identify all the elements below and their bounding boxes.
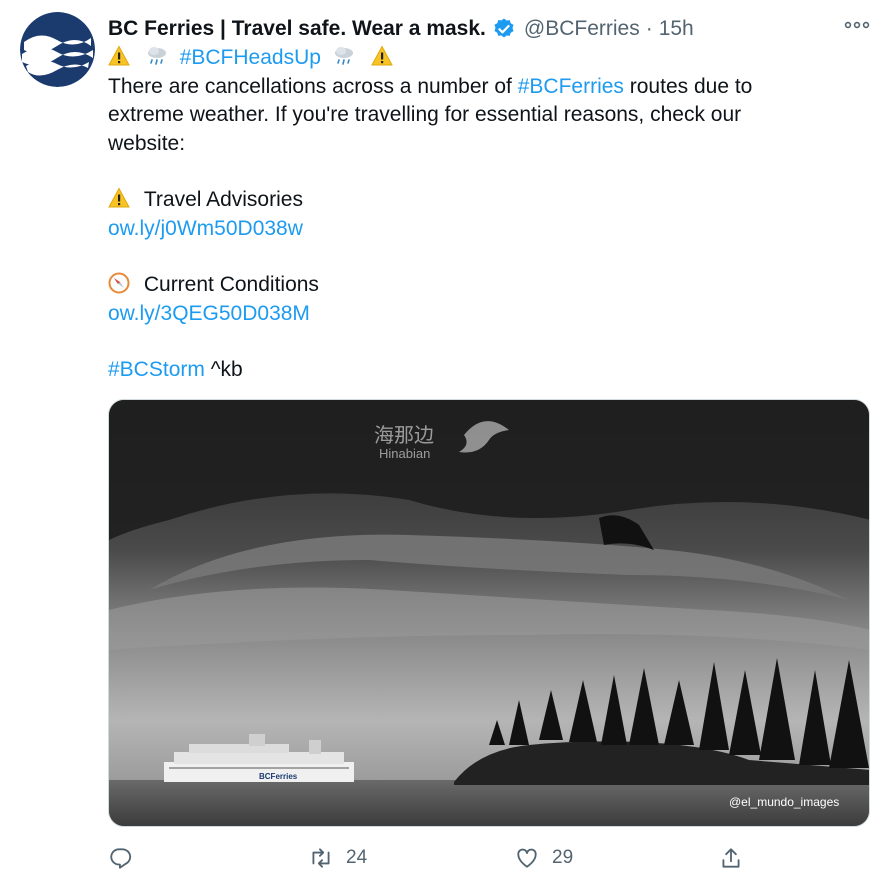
tweet-actions: 24 29 <box>108 842 748 874</box>
warning-icon <box>108 45 130 67</box>
hashtag-link[interactable]: #BCFerries <box>518 75 624 98</box>
conditions-label: Current Conditions <box>143 273 319 296</box>
advisories-link[interactable]: ow.ly/j0Wm50D038w <box>108 217 303 240</box>
hashtag-link[interactable]: #BCFHeadsUp <box>180 46 321 69</box>
text-segment: There are cancellations across a number … <box>108 74 518 98</box>
text-segment: routes due to <box>623 74 753 98</box>
share-button[interactable] <box>718 842 744 874</box>
text-line: There are cancellations across a number … <box>108 73 868 102</box>
retweet-button[interactable]: 24 <box>308 842 367 874</box>
advisories-label: Travel Advisories <box>143 188 303 211</box>
cloud-rain-icon <box>146 45 168 67</box>
watermark-en: Hinabian <box>379 446 430 461</box>
text-line: extreme weather. If you're travelling fo… <box>108 103 742 126</box>
share-icon <box>722 848 740 868</box>
more-icon[interactable] <box>844 18 870 32</box>
compass-icon <box>108 272 130 294</box>
like-icon <box>517 848 537 868</box>
reply-icon <box>110 848 132 869</box>
timestamp[interactable]: 15h <box>659 17 694 41</box>
avatar[interactable] <box>20 12 95 87</box>
photo-credit: @el_mundo_images <box>729 795 839 809</box>
ferry-label: BCFerries <box>259 772 298 781</box>
separator: · <box>645 17 653 40</box>
signature: ^kb <box>204 358 243 381</box>
like-button[interactable]: 29 <box>514 842 573 874</box>
retweet-icon <box>312 848 330 868</box>
conditions-line: Current Conditions <box>108 271 868 300</box>
tweet-header: BC Ferries | Travel safe. Wear a mask. @… <box>108 14 874 44</box>
conditions-link[interactable]: ow.ly/3QEG50D038M <box>108 302 310 325</box>
warning-icon <box>108 187 130 209</box>
heads-up-line: #BCFHeadsUp <box>108 44 868 73</box>
tweet-text: #BCFHeadsUp There are cancellations acro… <box>108 44 868 385</box>
advisories-line: Travel Advisories <box>108 186 868 215</box>
handle[interactable]: @BCFerries <box>524 17 640 41</box>
retweet-count: 24 <box>346 847 368 868</box>
tweet-image[interactable]: 海那边 Hinabian BCFerries @el_mundo_images <box>108 399 870 827</box>
cloud-rain-icon <box>333 45 355 67</box>
hashtag-link[interactable]: #BCStorm <box>108 358 205 381</box>
display-name[interactable]: BC Ferries | Travel safe. Wear a mask. <box>108 17 486 41</box>
like-count: 29 <box>552 847 574 868</box>
watermark-cn: 海那边 <box>374 423 434 447</box>
reply-button[interactable] <box>108 842 146 874</box>
text-line: website: <box>108 131 186 155</box>
verified-badge-icon <box>492 17 516 41</box>
warning-icon <box>370 45 393 67</box>
